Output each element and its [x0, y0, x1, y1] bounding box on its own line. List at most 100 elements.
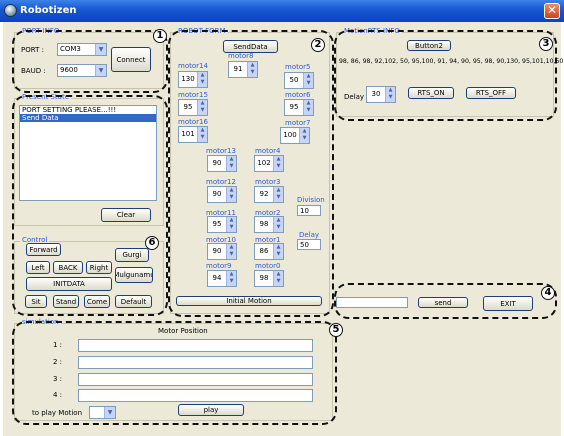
motor0-spinner[interactable]: 98 ▲ ▼: [254, 270, 284, 287]
list-item[interactable]: Send Data: [20, 114, 156, 122]
motor8-spinner[interactable]: 91 ▲ ▼: [228, 61, 258, 78]
clear-button[interactable]: Clear: [101, 208, 151, 222]
spin-arrows-icon[interactable]: ▲ ▼: [197, 72, 207, 87]
motor16-value[interactable]: 101: [179, 127, 197, 142]
spin-arrows-icon[interactable]: ▲ ▼: [273, 156, 283, 171]
spin-arrows-icon[interactable]: ▲ ▼: [385, 87, 395, 102]
motor3-spinner[interactable]: 92 ▲ ▼: [254, 186, 284, 203]
division-input[interactable]: 10: [297, 205, 321, 216]
spin-arrows-icon[interactable]: ▲ ▼: [247, 62, 257, 77]
motor13-value[interactable]: 90: [208, 156, 226, 171]
motor14-label: motor14: [178, 62, 208, 70]
send-input[interactable]: [336, 297, 408, 308]
spin-arrows-icon[interactable]: ▲ ▼: [273, 217, 283, 232]
motor11-spinner[interactable]: 95 ▲ ▼: [207, 216, 237, 233]
stand-button[interactable]: Stand: [53, 295, 79, 308]
initdata-button[interactable]: INITDATA: [26, 277, 112, 291]
motor11-value[interactable]: 95: [208, 217, 226, 232]
delay-input[interactable]: 50: [297, 239, 321, 250]
main-window: PORT INFO PORT : COM3 ▼ BAUD : 9600 ▼ Conn…: [3, 22, 564, 436]
exit-button[interactable]: EXIT: [483, 296, 533, 311]
connect-button[interactable]: Connect: [111, 47, 151, 72]
back-button[interactable]: BACK: [53, 261, 83, 274]
come-button[interactable]: Come: [84, 295, 110, 308]
initial-motion-button[interactable]: Initial Motion: [176, 296, 322, 306]
spin-arrows-icon[interactable]: ▲ ▼: [299, 128, 309, 143]
motor10-spinner[interactable]: 90 ▲ ▼: [207, 243, 237, 260]
spin-arrows-icon[interactable]: ▲ ▼: [273, 244, 283, 259]
sit-button[interactable]: Sit: [25, 295, 47, 308]
play-motion-select[interactable]: ▼: [89, 406, 116, 419]
close-button[interactable]: ✕: [544, 3, 560, 19]
motor9-label: motor9: [206, 262, 232, 270]
motor6-value[interactable]: 95: [285, 100, 303, 115]
motor13-spinner[interactable]: 90 ▲ ▼: [207, 155, 237, 172]
default-button[interactable]: Default: [115, 295, 152, 308]
sim-row-1-input[interactable]: [78, 339, 313, 352]
motor12-spinner[interactable]: 90 ▲ ▼: [207, 186, 237, 203]
motor15-label: motor15: [178, 91, 208, 99]
mulgunamu-button[interactable]: Mulgunamu: [115, 267, 153, 283]
right-button[interactable]: Right: [86, 261, 112, 274]
motor6-spinner[interactable]: 95 ▲ ▼: [284, 99, 314, 116]
spin-arrows-icon[interactable]: ▲ ▼: [273, 187, 283, 202]
state-list[interactable]: PORT SETTING PLEASE...!!! Send Data: [19, 105, 157, 201]
motor16-spinner[interactable]: 101 ▲ ▼: [178, 126, 208, 143]
gurgi-button[interactable]: Gurgi: [115, 248, 149, 262]
sim-row-3-input[interactable]: [78, 373, 313, 386]
motor5-spinner[interactable]: 50 ▲ ▼: [284, 72, 314, 89]
motor8-value[interactable]: 91: [229, 62, 247, 77]
chevron-down-icon[interactable]: ▼: [95, 65, 106, 76]
motor4-spinner[interactable]: 102 ▲ ▼: [254, 155, 284, 172]
motor12-value[interactable]: 90: [208, 187, 226, 202]
motor14-value[interactable]: 130: [179, 72, 197, 87]
motor15-value[interactable]: 95: [179, 100, 197, 115]
motor9-value[interactable]: 94: [208, 271, 226, 286]
spin-arrows-icon[interactable]: ▲ ▼: [226, 271, 236, 286]
motor4-value[interactable]: 102: [255, 156, 273, 171]
spin-arrows-icon[interactable]: ▲ ▼: [303, 100, 313, 115]
motor7-value[interactable]: 100: [281, 128, 299, 143]
motor0-label: motor0: [255, 262, 281, 270]
spin-arrows-icon[interactable]: ▲ ▼: [273, 271, 283, 286]
motor7-spinner[interactable]: 100 ▲ ▼: [280, 127, 310, 144]
spin-arrows-icon[interactable]: ▲ ▼: [197, 127, 207, 142]
rts-delay-value[interactable]: 30: [367, 87, 385, 102]
spin-arrows-icon[interactable]: ▲ ▼: [226, 217, 236, 232]
chevron-down-icon[interactable]: ▼: [95, 44, 106, 55]
spin-arrows-icon[interactable]: ▲ ▼: [197, 100, 207, 115]
spin-arrows-icon[interactable]: ▲ ▼: [226, 187, 236, 202]
button2-button[interactable]: Button2: [407, 40, 451, 51]
rts-data-text: 98, 86, 98, 92,102, 50, 95,100, 91, 94, …: [339, 58, 564, 65]
motor10-value[interactable]: 90: [208, 244, 226, 259]
baud-select[interactable]: 9600 ▼: [57, 64, 107, 77]
list-item[interactable]: PORT SETTING PLEASE...!!!: [20, 106, 156, 114]
motor1-value[interactable]: 86: [255, 244, 273, 259]
rts-delay-spinner[interactable]: 30 ▲ ▼: [366, 86, 396, 103]
chevron-down-icon[interactable]: ▼: [104, 407, 115, 418]
motor2-spinner[interactable]: 98 ▲ ▼: [254, 216, 284, 233]
sim-row-2-input[interactable]: [78, 356, 313, 369]
motor15-spinner[interactable]: 95 ▲ ▼: [178, 99, 208, 116]
send-button[interactable]: send: [418, 297, 468, 308]
motor0-value[interactable]: 98: [255, 271, 273, 286]
left-button[interactable]: Left: [26, 261, 50, 274]
forward-button[interactable]: Forward: [26, 243, 61, 256]
window-title: Robotizen: [20, 5, 77, 16]
motor14-spinner[interactable]: 130 ▲ ▼: [178, 71, 208, 88]
motor9-spinner[interactable]: 94 ▲ ▼: [207, 270, 237, 287]
motor5-label: motor5: [285, 63, 311, 71]
motor3-value[interactable]: 92: [255, 187, 273, 202]
motor5-value[interactable]: 50: [285, 73, 303, 88]
port-label: PORT :: [21, 46, 44, 54]
motor2-value[interactable]: 98: [255, 217, 273, 232]
rts-on-button[interactable]: RTS_ON: [408, 87, 454, 99]
spin-arrows-icon[interactable]: ▲ ▼: [303, 73, 313, 88]
sim-row-4-input[interactable]: [78, 389, 313, 402]
rts-off-button[interactable]: RTS_OFF: [466, 87, 516, 99]
spin-arrows-icon[interactable]: ▲ ▼: [226, 156, 236, 171]
port-select[interactable]: COM3 ▼: [57, 43, 107, 56]
spin-arrows-icon[interactable]: ▲ ▼: [226, 244, 236, 259]
play-button[interactable]: play: [178, 404, 244, 416]
motor1-spinner[interactable]: 86 ▲ ▼: [254, 243, 284, 260]
